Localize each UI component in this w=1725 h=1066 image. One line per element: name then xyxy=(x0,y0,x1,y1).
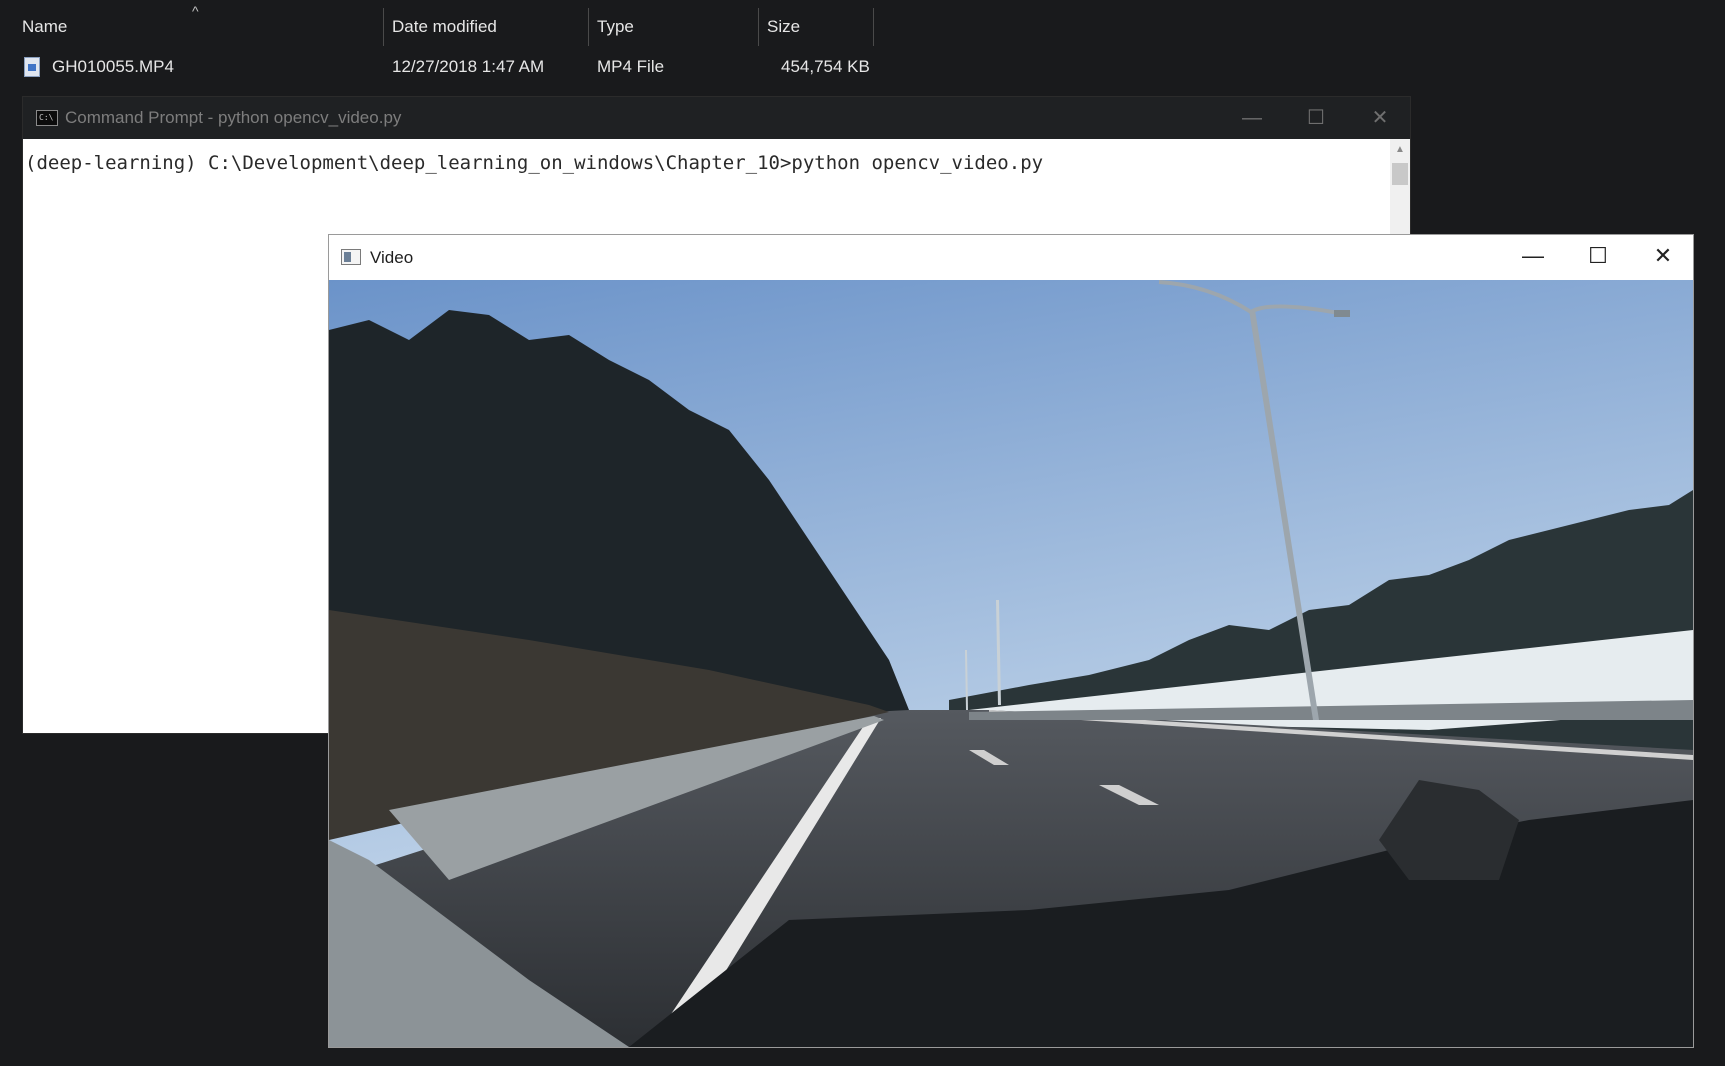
cmd-titlebar[interactable]: C:\ Command Prompt - python opencv_video… xyxy=(23,97,1410,139)
cmd-window-title: Command Prompt - python opencv_video.py xyxy=(65,108,402,127)
file-date-modified: 12/27/2018 1:47 AM xyxy=(392,57,545,76)
column-header-type[interactable]: Type xyxy=(575,0,758,54)
video-window[interactable]: Video — ☐ ✕ xyxy=(328,234,1694,1048)
video-close-button[interactable]: ✕ xyxy=(1635,235,1691,277)
column-header-date-modified[interactable]: Date modified xyxy=(370,0,588,54)
window-app-icon xyxy=(341,249,361,265)
file-name: GH010055.MP4 xyxy=(52,57,174,76)
console-icon: C:\ xyxy=(36,110,58,126)
street-light-lamp xyxy=(1334,310,1350,317)
cmd-close-button[interactable]: ✕ xyxy=(1352,97,1408,139)
file-size: 454,754 KB xyxy=(781,57,870,76)
video-file-icon xyxy=(24,57,40,77)
file-type: MP4 File xyxy=(597,57,665,76)
cmd-minimize-button[interactable]: — xyxy=(1224,97,1280,139)
column-divider[interactable] xyxy=(873,8,874,46)
video-titlebar[interactable]: Video — ☐ ✕ xyxy=(329,235,1693,280)
console-output[interactable]: (deep-learning) C:\Development\deep_lear… xyxy=(25,152,1043,174)
video-minimize-button[interactable]: — xyxy=(1505,235,1561,277)
column-header-size[interactable]: Size xyxy=(745,0,873,54)
video-window-title: Video xyxy=(370,248,414,267)
sort-ascending-icon: ^ xyxy=(192,3,199,19)
scroll-up-arrow-icon[interactable]: ▲ xyxy=(1390,139,1410,161)
scroll-thumb[interactable] xyxy=(1392,163,1408,185)
file-row[interactable]: GH010055.MP4 12/27/2018 1:47 AM MP4 File… xyxy=(0,50,900,84)
dashcam-highway-scene xyxy=(329,280,1693,1047)
video-maximize-button[interactable]: ☐ xyxy=(1570,235,1626,277)
cmd-maximize-button[interactable]: ☐ xyxy=(1288,97,1344,139)
video-frame[interactable] xyxy=(329,280,1693,1047)
